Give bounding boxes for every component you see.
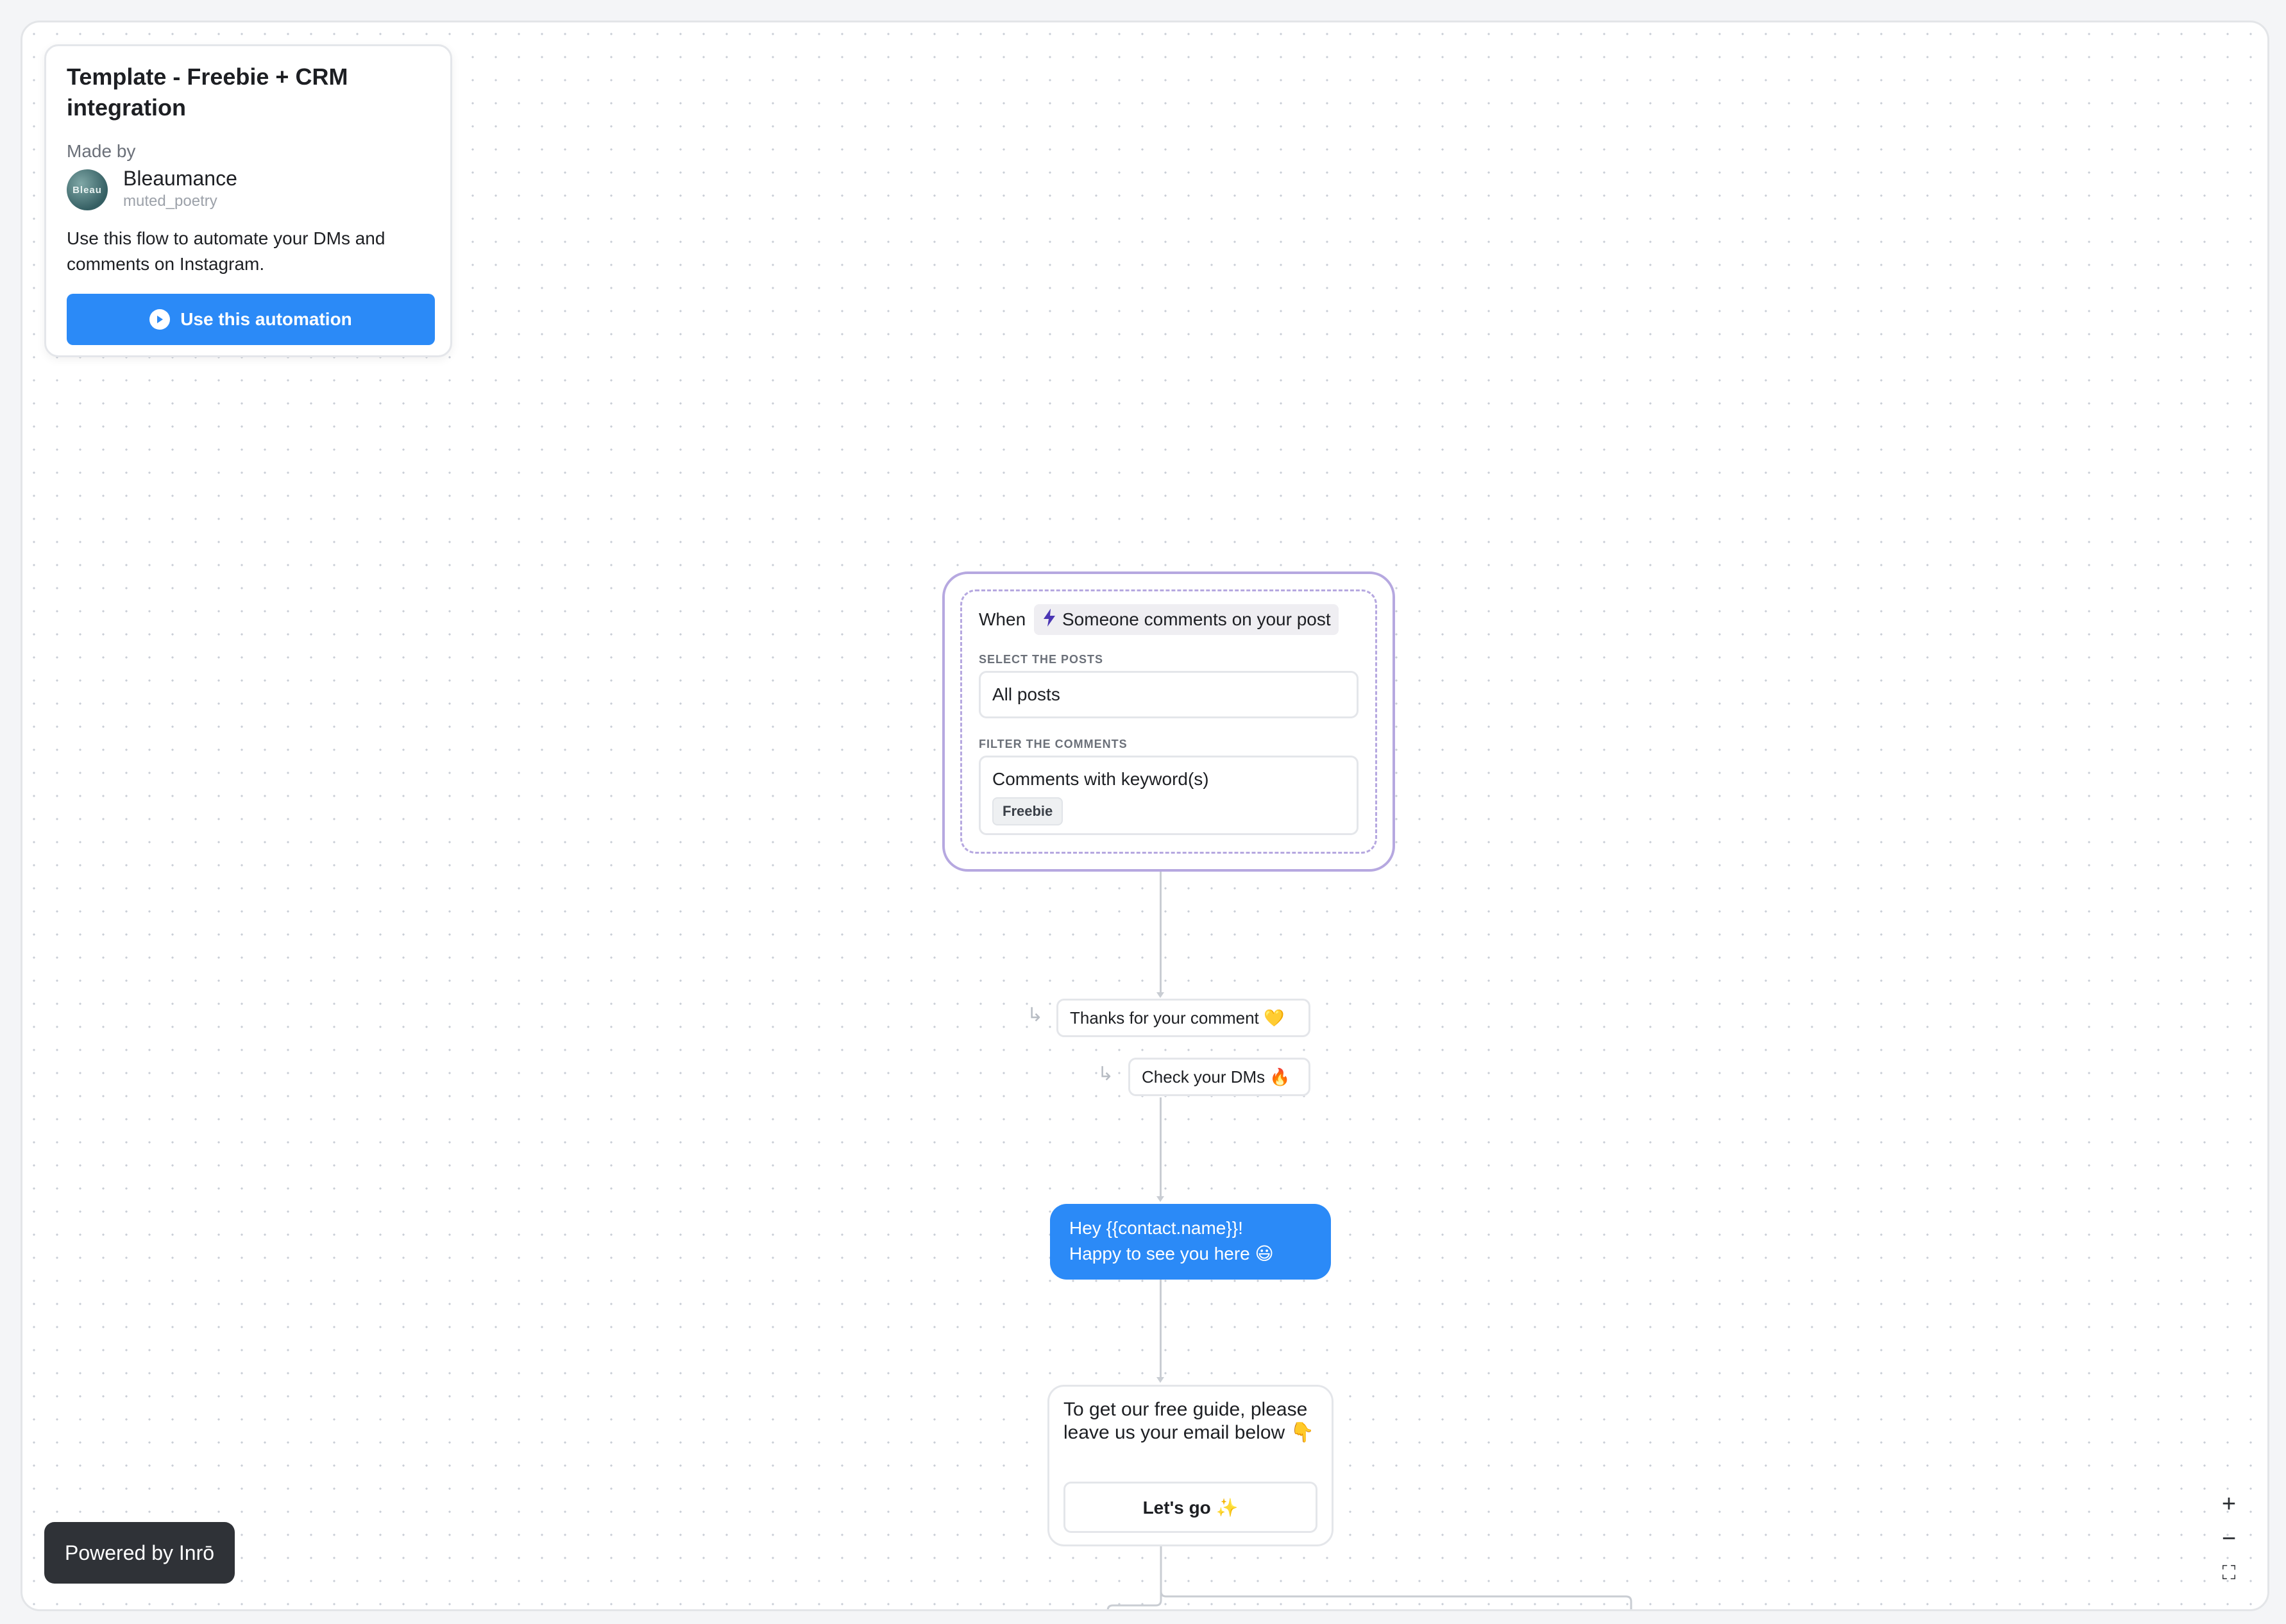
play-icon: [149, 309, 171, 330]
fit-view-button[interactable]: ⛶: [2214, 1559, 2244, 1587]
template-info-card: Template - Freebie + CRM integration Mad…: [44, 44, 452, 357]
zoom-in-button[interactable]: +: [2214, 1490, 2244, 1518]
reply-comment-2[interactable]: Check your DMs 🔥: [1128, 1058, 1310, 1096]
dm-line-2: Happy to see you here 😃: [1069, 1244, 1274, 1264]
plus-icon: +: [2221, 1490, 2237, 1518]
made-by-label: Made by: [67, 141, 136, 161]
template-description: Use this flow to automate your DMs and c…: [67, 228, 385, 274]
flow-canvas[interactable]: Template - Freebie + CRM integration Mad…: [21, 21, 2269, 1611]
arrow-head-icon: [1156, 992, 1164, 998]
reply-text: Check your DMs 🔥: [1142, 1067, 1291, 1087]
avatar: Bleau: [67, 169, 108, 210]
lightning-icon: [1042, 608, 1057, 632]
reply-comment-1[interactable]: Thanks for your comment 💛: [1056, 999, 1310, 1037]
posts-select-field[interactable]: All posts: [979, 671, 1359, 718]
reply-arrow-icon: ↳: [1027, 1004, 1044, 1026]
fit-view-icon: ⛶: [2222, 1562, 2236, 1584]
arrow-head-icon: [1156, 1377, 1164, 1383]
author-name: Bleaumance: [123, 167, 237, 190]
reply-arrow-icon: ↳: [1097, 1063, 1114, 1085]
select-posts-label: SELECT THE POSTS: [979, 653, 1104, 666]
email-prompt-card[interactable]: To get our free guide, please leave us y…: [1047, 1385, 1334, 1546]
connector-line: [1160, 1097, 1162, 1200]
when-label: When: [979, 609, 1026, 629]
minus-icon: −: [2221, 1525, 2237, 1552]
trigger-event-chip[interactable]: Someone comments on your post: [1034, 604, 1339, 635]
template-title: Template - Freebie + CRM integration: [67, 63, 348, 121]
trigger-event-label: Someone comments on your post: [1062, 609, 1331, 629]
filter-comments-label: FILTER THE COMMENTS: [979, 738, 1128, 750]
powered-by-text: Powered by Inrō: [65, 1541, 215, 1564]
trigger-node[interactable]: When Someone comments on your post SELEC…: [942, 571, 1395, 872]
connector-line: [1160, 872, 1162, 996]
use-automation-button[interactable]: Use this automation: [67, 294, 435, 345]
dm-message-bubble[interactable]: Hey {{contact.name}}! Happy to see you h…: [1050, 1204, 1331, 1280]
reply-text: Thanks for your comment 💛: [1070, 1008, 1285, 1028]
avatar-text: Bleau: [72, 184, 102, 196]
trigger-inner-frame: When Someone comments on your post SELEC…: [960, 589, 1377, 854]
use-automation-label: Use this automation: [180, 309, 352, 329]
keyword-tag: Freebie: [992, 797, 1063, 825]
author-handle: muted_poetry: [123, 192, 217, 210]
branch-connector: [1106, 1546, 1632, 1609]
lets-go-button[interactable]: Let's go ✨: [1063, 1482, 1317, 1533]
prompt-text: To get our free guide, please leave us y…: [1063, 1399, 1314, 1443]
powered-by-badge[interactable]: Powered by Inrō: [44, 1522, 235, 1584]
connector-line: [1160, 1280, 1162, 1381]
zoom-out-button[interactable]: −: [2214, 1525, 2244, 1553]
dm-line-1: Hey {{contact.name}}!: [1069, 1218, 1243, 1238]
arrow-head-icon: [1156, 1196, 1164, 1202]
zoom-controls: + − ⛶: [2210, 1490, 2248, 1587]
posts-select-value: All posts: [992, 684, 1060, 704]
comment-filter-field[interactable]: Comments with keyword(s) Freebie: [979, 756, 1359, 835]
comment-filter-value: Comments with keyword(s): [992, 769, 1209, 789]
